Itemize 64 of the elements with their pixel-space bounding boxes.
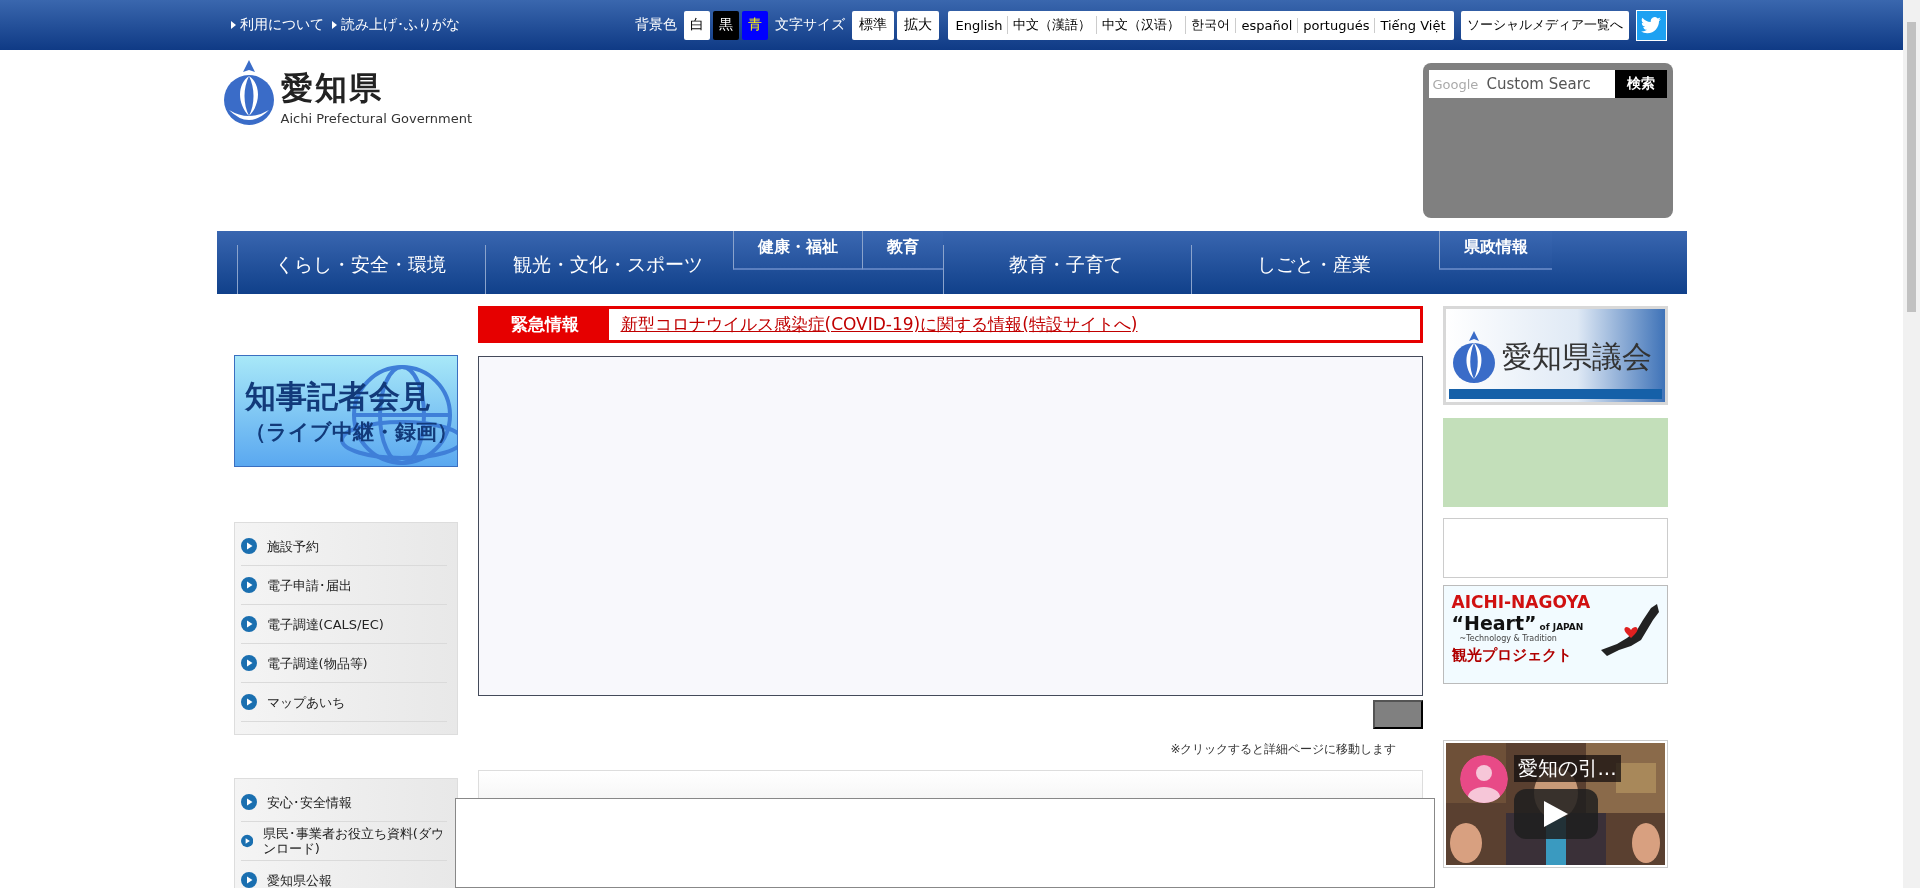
triangle-icon xyxy=(331,21,337,29)
menu-link[interactable]: 安心･安全情報 xyxy=(240,783,447,822)
play-circle-icon xyxy=(240,577,257,593)
language-link[interactable]: 中文（漢語） xyxy=(1007,16,1097,34)
language-link[interactable]: Tiếng Việt xyxy=(1374,17,1451,33)
scroll-thumb[interactable] xyxy=(1907,22,1916,312)
background-color-label: 背景色 xyxy=(634,16,677,34)
social-media-button[interactable]: ソーシャルメディア一覧へ xyxy=(1460,10,1629,40)
background-color-button[interactable]: 黒 xyxy=(712,10,739,40)
logo-subtitle: Aichi Prefectural Government xyxy=(280,111,472,126)
play-circle-icon xyxy=(240,833,253,849)
google-label: Google xyxy=(1432,77,1479,92)
twitter-button[interactable] xyxy=(1635,9,1667,41)
video-player[interactable]: 愛知の引... xyxy=(1442,740,1668,868)
play-circle-icon xyxy=(240,794,257,810)
slideshow-note: ※クリックすると詳細ページに移動します xyxy=(1170,741,1397,758)
press-conference-banner[interactable]: 知事記者会見 （ライブ中継・録画） xyxy=(233,355,458,467)
nav-link[interactable]: 観光・文化・スポーツ xyxy=(484,245,733,294)
emergency-label: 緊急情報 xyxy=(480,309,609,340)
slideshow-button[interactable] xyxy=(1372,700,1423,729)
tourism-banner[interactable]: AICHI-NAGOYA “Heart”of JAPAN ~Technology & Tradition 観光プロジェクト xyxy=(1442,585,1668,684)
play-circle-icon xyxy=(240,872,257,888)
nav-tab[interactable]: 県政情報 xyxy=(1438,231,1552,270)
triangle-icon xyxy=(230,21,236,29)
menu-link[interactable]: 施設予約 xyxy=(240,527,447,566)
video-title: 愛知の引... xyxy=(1513,755,1621,782)
language-link[interactable]: 中文（汉语） xyxy=(1096,16,1186,34)
logo-icon xyxy=(1451,331,1496,383)
background-color-button[interactable]: 青 xyxy=(741,10,768,40)
language-link[interactable]: English xyxy=(950,17,1008,33)
header-link[interactable]: 利用について xyxy=(230,16,324,34)
logo-icon xyxy=(222,60,275,126)
text-size-button[interactable]: 標準 xyxy=(851,10,894,40)
menu-link[interactable]: 県民･事業者お役立ち資料(ダウンロード) xyxy=(240,822,447,861)
play-circle-icon xyxy=(240,538,257,554)
nav-link[interactable]: くらし・安全・環境 xyxy=(236,245,485,294)
avatar-icon xyxy=(1459,755,1508,803)
language-link[interactable]: portugués xyxy=(1297,17,1375,33)
background-color-button[interactable]: 白 xyxy=(683,10,710,40)
language-link[interactable]: español xyxy=(1235,17,1298,33)
text-size-button[interactable]: 拡大 xyxy=(896,10,939,40)
assembly-banner[interactable]: 愛知県議会 xyxy=(1442,306,1668,405)
menu-link[interactable]: 電子申請･届出 xyxy=(240,566,447,605)
nav-tab[interactable]: 健康・福祉 xyxy=(732,231,862,270)
scrollbar[interactable] xyxy=(1903,0,1920,888)
menu-link[interactable]: 電子調達(CALS/EC) xyxy=(240,605,447,644)
menu-link[interactable]: マップあいち xyxy=(240,683,447,722)
text-size-label: 文字サイズ xyxy=(774,16,845,34)
language-link[interactable]: 한국어 xyxy=(1185,16,1236,34)
bird-icon xyxy=(1641,16,1661,34)
play-icon xyxy=(1543,801,1568,827)
play-button[interactable] xyxy=(1513,789,1598,839)
play-circle-icon xyxy=(240,655,257,671)
nav-link[interactable]: 教育・子育て xyxy=(942,245,1191,294)
emergency-link[interactable]: 新型コロナウイルス感染症(COVID-19)に関する情報(特設サイトへ) xyxy=(608,309,1138,340)
nav-tab[interactable]: 教育 xyxy=(861,231,943,270)
logo-title[interactable]: 愛知県 xyxy=(280,67,472,111)
header-link[interactable]: 読み上げ･ふりがな xyxy=(331,16,460,34)
play-circle-icon xyxy=(240,694,257,710)
menu-link[interactable]: 愛知県公報 xyxy=(240,861,447,888)
search-button[interactable]: 検索 xyxy=(1614,70,1667,98)
play-circle-icon xyxy=(240,616,257,632)
nav-link[interactable]: しごと・産業 xyxy=(1190,245,1439,294)
menu-link[interactable]: 電子調達(物品等) xyxy=(240,644,447,683)
